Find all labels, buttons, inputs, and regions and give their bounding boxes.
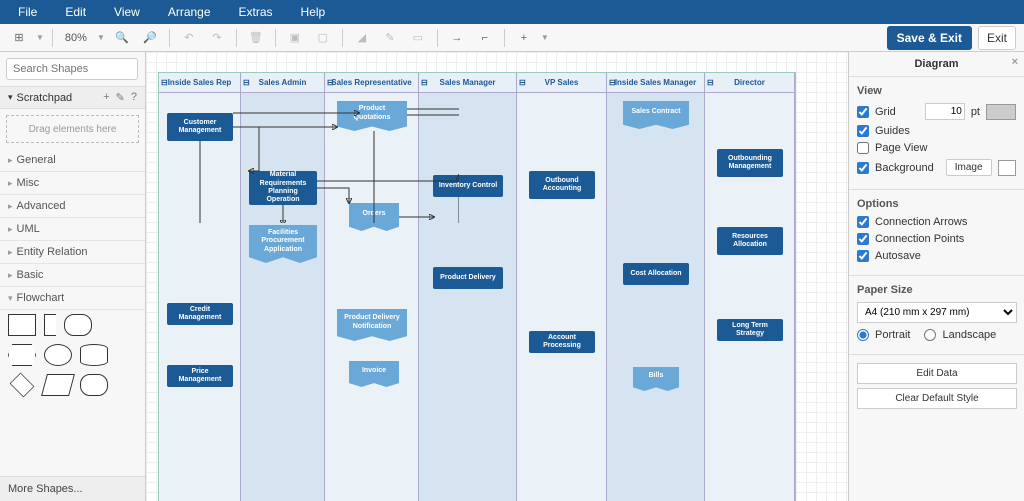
edit-data-button[interactable]: Edit Data [857,363,1017,384]
fill-icon[interactable]: ◢ [351,27,373,49]
scratchpad-edit-icon[interactable]: ✎ [116,91,125,104]
section-options: Options [857,198,1016,210]
scratchpad-add-icon[interactable]: + [103,91,109,104]
autosave-checkbox[interactable] [857,250,869,262]
add-icon[interactable]: + [513,27,535,49]
undo-icon[interactable]: ↶ [178,27,200,49]
node-lts[interactable]: Long Term Strategy [717,319,783,341]
portrait-radio[interactable] [857,329,869,341]
scratchpad-help-icon[interactable]: ? [131,91,137,104]
shape-parallel[interactable] [41,374,75,396]
cat-advanced[interactable]: Advanced [0,195,145,218]
node-bills[interactable]: Bills [633,367,679,391]
swimlanes[interactable]: Inside Sales Rep Customer Management Cre… [158,72,796,501]
redo-icon[interactable]: ↷ [206,27,228,49]
more-shapes-button[interactable]: More Shapes... [0,476,145,501]
shape-cylinder[interactable] [80,344,108,366]
node-price[interactable]: Price Management [167,365,233,387]
scratchpad-label: Scratchpad [17,92,73,104]
panel-title: Diagram [914,58,958,70]
menu-view[interactable]: View [100,5,154,19]
connection-icon[interactable]: → [446,27,468,49]
cat-flowchart[interactable]: Flowchart [0,287,145,310]
node-cust[interactable]: Customer Management [167,113,233,141]
shape-bracket[interactable] [44,314,56,336]
guides-checkbox[interactable] [857,125,869,137]
grid-size-input[interactable] [925,103,965,120]
grid-checkbox[interactable] [857,106,869,118]
section-paper: Paper Size [857,284,1016,296]
lane-head-5[interactable]: Inside Sales Manager [607,73,704,93]
node-om[interactable]: Outbounding Management [717,149,783,177]
canvas[interactable]: Inside Sales Rep Customer Management Cre… [146,52,848,501]
conn-points-checkbox[interactable] [857,233,869,245]
lane-head-6[interactable]: Director [705,73,794,93]
shape-rect[interactable] [8,314,36,336]
menu-help[interactable]: Help [287,5,340,19]
line-icon[interactable]: ✎ [379,27,401,49]
node-mat[interactable]: Material Requirements Planning Operation [249,171,317,205]
zoom-out-icon[interactable]: 🔎 [139,27,161,49]
cat-uml[interactable]: UML [0,218,145,241]
zoom-level[interactable]: 80% [61,32,91,44]
conn-arrows-checkbox[interactable] [857,216,869,228]
landscape-radio[interactable] [924,329,936,341]
node-pq[interactable]: Product Quotations [337,101,407,131]
pageview-checkbox[interactable] [857,142,869,154]
back-icon[interactable]: ▢ [312,27,334,49]
exit-button[interactable]: Exit [978,26,1016,50]
section-view: View [857,85,1016,97]
bg-checkbox[interactable] [857,162,869,174]
layout-icon[interactable]: ⊞ [8,27,30,49]
menu-edit[interactable]: Edit [51,5,100,19]
node-inv[interactable]: Inventory Control [433,175,503,197]
cat-general[interactable]: General [0,149,145,172]
node-invoice[interactable]: Invoice [349,361,399,387]
cat-misc[interactable]: Misc [0,172,145,195]
shape-rounded2[interactable] [80,374,108,396]
shape-hex[interactable] [8,344,36,366]
lane-head-3[interactable]: Sales Manager [419,73,516,93]
node-sc[interactable]: Sales Contract [623,101,689,129]
zoom-in-icon[interactable]: 🔍 [111,27,133,49]
shadow-icon[interactable]: ▭ [407,27,429,49]
delete-icon[interactable]: 🗑 [245,27,267,49]
clear-style-button[interactable]: Clear Default Style [857,388,1017,409]
save-exit-button[interactable]: Save & Exit [887,26,972,50]
grid-color-swatch[interactable] [986,104,1016,120]
scratchpad-dropzone[interactable]: Drag elements here [6,115,139,143]
lane-head-2[interactable]: Sales Representative [325,73,418,93]
node-orders[interactable]: Orders [349,203,399,231]
image-button[interactable]: Image [946,159,992,176]
lane-head-1[interactable]: Sales Admin [241,73,324,93]
node-fac[interactable]: Facilities Procurement Application [249,225,317,263]
menu-file[interactable]: File [4,5,51,19]
paper-size-select[interactable]: A4 (210 mm x 297 mm) [857,302,1017,323]
bg-color-swatch[interactable] [998,160,1016,176]
cat-basic[interactable]: Basic [0,264,145,287]
sidebar: ▾Scratchpad + ✎ ? Drag elements here Gen… [0,52,146,501]
node-ca[interactable]: Cost Allocation [623,263,689,285]
shape-diamond[interactable] [10,373,35,398]
toolbar: ⊞ ▼ 80% ▼ 🔍 🔎 ↶ ↷ 🗑 ▣ ▢ ◢ ✎ ▭ → ⌐ + ▼ Sa… [0,24,1024,52]
node-credit[interactable]: Credit Management [167,303,233,325]
search-input[interactable] [6,58,138,80]
menu-extras[interactable]: Extras [225,5,287,19]
node-pd[interactable]: Product Delivery [433,267,503,289]
node-ap[interactable]: Account Processing [529,331,595,353]
front-icon[interactable]: ▣ [284,27,306,49]
lane-head-4[interactable]: VP Sales [517,73,606,93]
close-panel-icon[interactable]: × [1012,56,1018,68]
menubar: File Edit View Arrange Extras Help [0,0,1024,24]
lane-head-0[interactable]: Inside Sales Rep [159,73,240,93]
node-pdn[interactable]: Product Delivery Notification [337,309,407,341]
node-ra[interactable]: Resources Allocation [717,227,783,255]
right-panel: Diagram× View Gridpt Guides Page View Ba… [848,52,1024,501]
menu-arrange[interactable]: Arrange [154,5,225,19]
shape-round[interactable] [64,314,92,336]
shape-ellipse[interactable] [44,344,72,366]
cat-entity[interactable]: Entity Relation [0,241,145,264]
waypoint-icon[interactable]: ⌐ [474,27,496,49]
node-oa[interactable]: Outbound Accounting [529,171,595,199]
